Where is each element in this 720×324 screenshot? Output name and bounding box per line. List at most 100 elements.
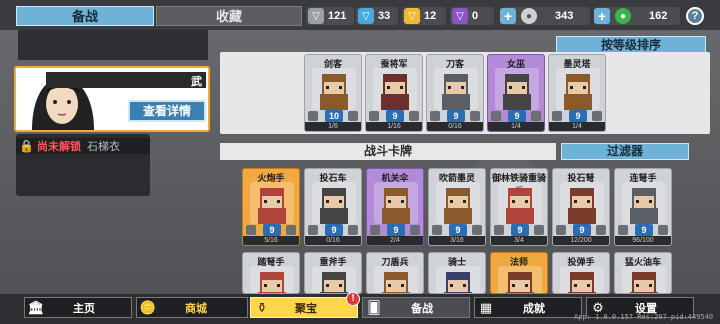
view-details-button[interactable]: 查看详情 bbox=[128, 100, 206, 122]
nav-treasure[interactable]: ⚱ 聚宝 bbox=[250, 297, 358, 318]
unit-progress: 1/6 bbox=[305, 122, 361, 131]
unit-type-icon bbox=[432, 225, 442, 235]
unit-portrait bbox=[560, 266, 604, 293]
unit-cost: 9 bbox=[447, 110, 465, 122]
unit-card[interactable]: 法师 bbox=[490, 252, 548, 294]
coins-icon: 🪙 bbox=[139, 299, 157, 315]
unit-type-icon bbox=[370, 225, 380, 235]
version-text: App: 1.0.0.157 Res:207 pid:449540 bbox=[574, 313, 714, 321]
unit-type-icon bbox=[246, 225, 256, 235]
unit-card[interactable]: 御林铁骑重骑兵93/4 bbox=[490, 168, 548, 246]
unit-card[interactable]: 火炮手 9 5/16 bbox=[242, 168, 300, 246]
unit-card[interactable]: 投弹手 bbox=[552, 252, 610, 294]
unit-card[interactable]: 吹箭墨灵 9 3/16 bbox=[428, 168, 486, 246]
unit-portrait bbox=[434, 68, 478, 110]
unit-progress: 0/16 bbox=[305, 236, 361, 245]
notification-badge: ! bbox=[346, 292, 360, 306]
nav-achievements[interactable]: ▦ 成就 bbox=[474, 297, 582, 318]
unit-progress: 1/4 bbox=[549, 122, 605, 131]
unit-type-icon bbox=[430, 111, 440, 121]
unit-card[interactable]: 刀盾兵 bbox=[366, 252, 424, 294]
unit-class-icon bbox=[348, 111, 358, 121]
purple-trophy-icon: ▽ bbox=[452, 8, 468, 24]
unit-portrait bbox=[622, 266, 666, 293]
help-button[interactable]: ? bbox=[686, 7, 704, 25]
unit-portrait bbox=[374, 182, 418, 224]
nav-home[interactable]: 🏛 主页 bbox=[24, 297, 132, 318]
hero-name: 武 bbox=[191, 76, 202, 88]
treasure-icon: ⚱ bbox=[256, 299, 268, 315]
unit-portrait bbox=[556, 68, 600, 110]
unit-progress: 1/4 bbox=[488, 122, 544, 131]
unit-card[interactable]: 重斧手 bbox=[304, 252, 362, 294]
selected-hero-card[interactable]: 武 查看详情 bbox=[14, 66, 210, 132]
tab-collection[interactable]: 收藏 bbox=[156, 6, 302, 26]
unit-portrait bbox=[312, 182, 356, 224]
silver-trophy-icon: ▽ bbox=[308, 8, 324, 24]
unit-card[interactable]: 剑客 10 1/6 bbox=[304, 54, 362, 132]
hero-name-bar: 武 bbox=[46, 72, 206, 88]
hero-portrait-top bbox=[18, 30, 208, 60]
unit-card[interactable]: 刀客 9 0/16 bbox=[426, 54, 484, 132]
unit-type-icon bbox=[618, 225, 628, 235]
unit-portrait bbox=[250, 266, 294, 293]
unit-portrait bbox=[312, 68, 356, 110]
purple-trophy-counter: ▽ 0 bbox=[450, 7, 494, 25]
tab-battle[interactable]: 备战 bbox=[16, 6, 154, 26]
unit-card[interactable]: 连弩手 9 96/100 bbox=[614, 168, 672, 246]
unit-class-icon bbox=[596, 225, 606, 235]
unit-progress: 1/16 bbox=[366, 122, 422, 131]
unit-portrait bbox=[312, 266, 356, 293]
unit-cost: 9 bbox=[386, 110, 404, 122]
unit-portrait bbox=[560, 182, 604, 224]
top-bar: 备战 收藏 ▽ 121 ▽ 33 ▽ 12 ▽ 0 + ● 343 + ● 16… bbox=[0, 0, 720, 30]
unit-cost: 9 bbox=[511, 224, 529, 236]
unit-portrait bbox=[250, 182, 294, 224]
nav-battle[interactable]: 🂠 备战 bbox=[362, 297, 470, 318]
unit-progress: 0/16 bbox=[427, 122, 483, 131]
unit-class-icon bbox=[534, 225, 544, 235]
home-icon: 🏛 bbox=[27, 299, 45, 315]
unit-card[interactable]: 投石弩 9 12/200 bbox=[552, 168, 610, 246]
filter-button[interactable]: 过滤器 bbox=[561, 143, 689, 160]
unit-portrait bbox=[373, 68, 417, 110]
unit-card[interactable]: 墨灵塔 9 1/4 bbox=[548, 54, 606, 132]
unit-cost: 9 bbox=[325, 224, 343, 236]
nav-shop[interactable]: 🪙 商城 bbox=[136, 297, 248, 318]
add-gem-button[interactable]: + bbox=[594, 8, 610, 24]
green-gem-icon: ● bbox=[615, 8, 631, 24]
unit-class-icon bbox=[531, 111, 541, 121]
unit-card[interactable]: 骑士 bbox=[428, 252, 486, 294]
unit-progress: 3/16 bbox=[429, 236, 485, 245]
unit-cost: 9 bbox=[569, 110, 587, 122]
unit-portrait bbox=[498, 266, 542, 293]
unit-class-icon bbox=[409, 111, 419, 121]
unit-type-icon bbox=[494, 225, 504, 235]
unit-class-icon bbox=[470, 111, 480, 121]
unit-type-icon bbox=[369, 111, 379, 121]
locked-hero-name: 石梯衣 bbox=[86, 141, 120, 153]
unit-class-icon bbox=[348, 225, 358, 235]
locked-hero-card[interactable]: 🔒 尚未解锁 石梯衣 bbox=[16, 134, 150, 196]
unit-type-icon bbox=[308, 111, 318, 121]
unit-card[interactable]: 机关伞 9 2/4 bbox=[366, 168, 424, 246]
add-coin-button[interactable]: + bbox=[500, 8, 516, 24]
unit-card[interactable]: 猛火油车 bbox=[614, 252, 672, 294]
unit-progress: 2/4 bbox=[367, 236, 423, 245]
unit-portrait bbox=[436, 266, 480, 293]
unit-type-icon bbox=[308, 225, 318, 235]
unit-card[interactable]: 踏弩手 bbox=[242, 252, 300, 294]
unit-class-icon bbox=[658, 225, 668, 235]
unit-card[interactable]: 女巫 9 1/4 bbox=[487, 54, 545, 132]
unit-progress: 96/100 bbox=[615, 236, 671, 245]
unit-card[interactable]: 投石车 9 0/16 bbox=[304, 168, 362, 246]
unit-type-icon bbox=[491, 111, 501, 121]
hero-panel: 武 查看详情 🔒 尚未解锁 石梯衣 bbox=[10, 30, 210, 300]
unit-class-icon bbox=[592, 111, 602, 121]
unit-card[interactable]: 蚕将军 9 1/16 bbox=[365, 54, 423, 132]
unit-cost: 9 bbox=[635, 224, 653, 236]
green-gem-counter: + ● 162 bbox=[594, 7, 680, 25]
gold-trophy-counter: ▽ 12 bbox=[402, 7, 446, 25]
unit-portrait bbox=[495, 68, 539, 110]
silver-coin-counter: + ● 343 bbox=[500, 7, 590, 25]
